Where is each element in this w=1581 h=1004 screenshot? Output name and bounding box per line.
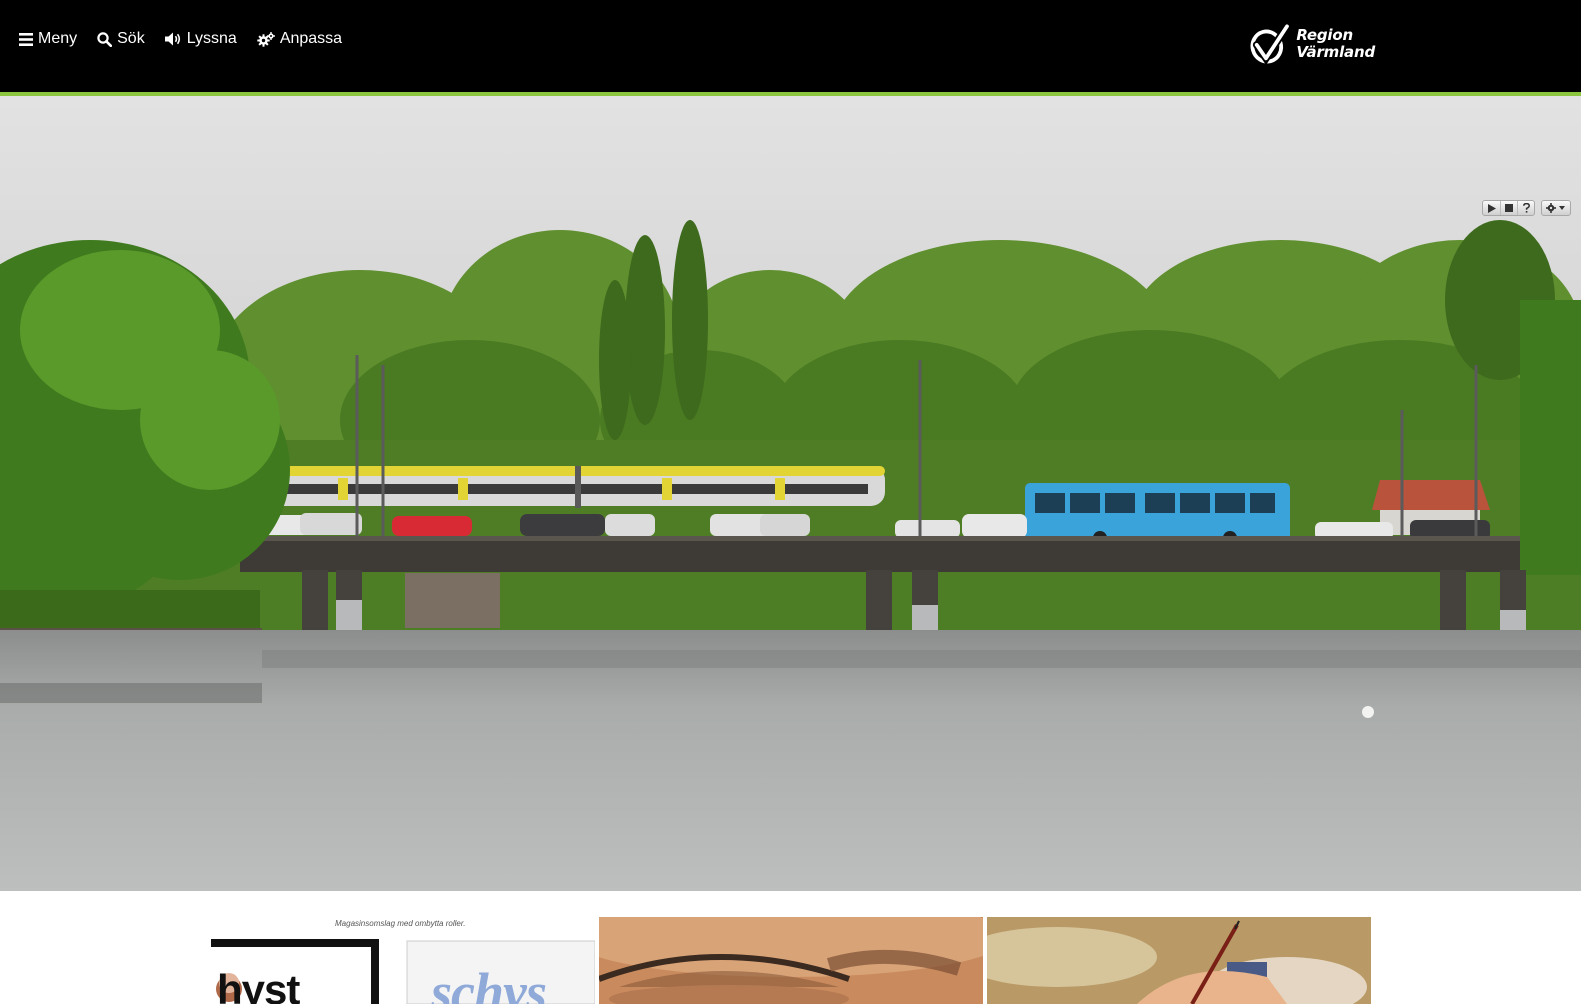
magazine-title-right: schys	[431, 962, 547, 1004]
thumbnail-magazine[interactable]: Magasinsomslag med ombytta roller. hyst …	[211, 917, 595, 1004]
help-icon	[1522, 203, 1530, 213]
chevron-down-icon	[1559, 206, 1565, 210]
main-nav: Meny Sök Lyssna Anpassa	[19, 30, 342, 48]
player-settings	[1541, 200, 1571, 216]
magazine-title-left: hyst	[217, 966, 300, 1004]
customize-label: Anpassa	[279, 30, 343, 47]
search-label: Sök	[117, 30, 145, 47]
stop-icon	[1505, 204, 1513, 212]
settings-button[interactable]	[1542, 201, 1570, 215]
logo-mark-icon	[1250, 22, 1291, 66]
hero-photo	[0, 96, 1581, 891]
play-icon	[1488, 203, 1496, 213]
search-icon	[97, 31, 113, 47]
logo-text: Region Värmland	[1296, 27, 1375, 61]
magazine-caption: Magasinsomslag med ombytta roller.	[335, 919, 466, 928]
hero-image	[0, 96, 1581, 891]
menu-button[interactable]: Meny	[19, 30, 77, 48]
gears-icon	[257, 31, 275, 47]
listen-label: Lyssna	[186, 30, 237, 47]
player-controls	[1482, 200, 1535, 216]
painting-hand-image	[987, 917, 1371, 1004]
thumbnail-row: Magasinsomslag med ombytta roller. hyst …	[211, 917, 1371, 1004]
play-button[interactable]	[1483, 201, 1500, 215]
gear-icon	[1546, 203, 1565, 213]
thumbnail-eye[interactable]	[599, 917, 983, 1004]
logo-line-varmland: Värmland	[1296, 43, 1375, 61]
stop-button[interactable]	[1500, 201, 1517, 215]
hamburger-icon	[19, 32, 33, 46]
speaker-icon	[164, 32, 180, 46]
region-varmland-logo[interactable]: Region Värmland	[1250, 18, 1375, 70]
customize-button[interactable]: Anpassa	[257, 30, 342, 48]
search-button[interactable]: Sök	[97, 30, 145, 48]
top-navigation-bar: Meny Sök Lyssna Anpassa Region Värmland	[0, 0, 1581, 92]
listen-button[interactable]: Lyssna	[164, 30, 237, 48]
eye-closeup-image	[599, 917, 983, 1004]
menu-label: Meny	[38, 30, 78, 47]
thumbnail-painting[interactable]	[987, 917, 1371, 1004]
read-aloud-player	[1482, 200, 1571, 216]
logo-line-region: Region	[1296, 26, 1353, 44]
help-button[interactable]	[1517, 201, 1534, 215]
